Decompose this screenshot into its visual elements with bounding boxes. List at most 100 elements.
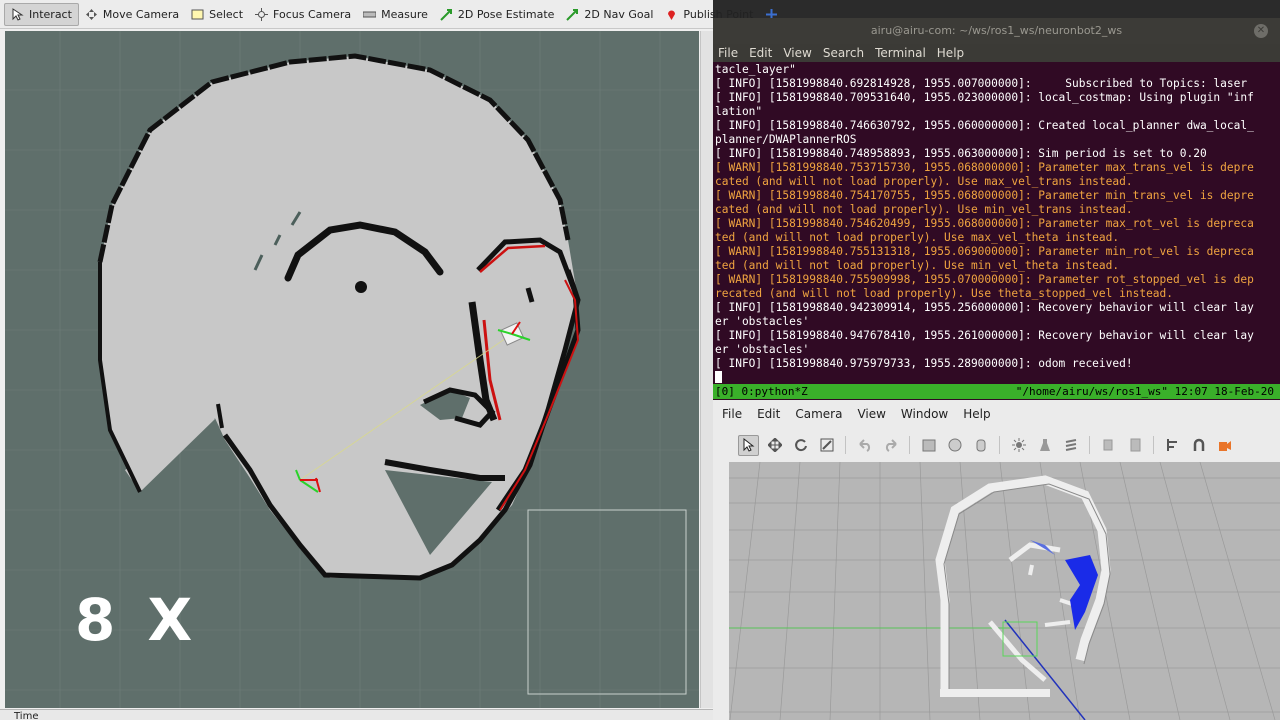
tool-interact[interactable]: Interact bbox=[4, 2, 79, 26]
rviz-side-panel-scrollbar[interactable] bbox=[700, 31, 713, 708]
tool-label: Focus Camera bbox=[273, 7, 352, 21]
menu-camera[interactable]: Camera bbox=[795, 407, 842, 421]
time-panel-label: Time bbox=[14, 711, 39, 720]
copy-icon[interactable] bbox=[1098, 435, 1119, 456]
terminal-line: cated (and will not load properly). Use … bbox=[715, 203, 1133, 216]
terminal-line: [ WARN] [1581998840.754620499, 1955.0680… bbox=[715, 217, 1254, 230]
terminal-line: [ WARN] [1581998840.754170755, 1955.0680… bbox=[715, 189, 1254, 202]
tool-measure[interactable]: Measure bbox=[357, 3, 434, 26]
nav-goal-arrow-icon bbox=[566, 8, 579, 21]
terminal-line: er 'obstacles' bbox=[715, 315, 810, 328]
cylinder-icon[interactable] bbox=[970, 435, 991, 456]
menu-window[interactable]: Window bbox=[901, 407, 948, 421]
terminal-line: [ WARN] [1581998840.755131318, 1955.0690… bbox=[715, 245, 1254, 258]
time-panel: Time bbox=[0, 709, 713, 720]
terminal-line: [ INFO] [1581998840.746630792, 1955.0600… bbox=[715, 119, 1254, 132]
toolbar-separator bbox=[1089, 436, 1090, 454]
terminal-line: planner/DWAPlannerROS bbox=[715, 133, 857, 146]
redo-icon[interactable] bbox=[880, 435, 901, 456]
menu-search[interactable]: Search bbox=[823, 46, 864, 60]
terminal-line: ted (and will not load properly). Use ma… bbox=[715, 231, 1120, 244]
terminal-line: [ INFO] [1581998840.942309914, 1955.2560… bbox=[715, 301, 1254, 314]
toolbar-separator bbox=[1153, 436, 1154, 454]
map-pin-icon bbox=[668, 10, 676, 20]
tmux-status-bar: [0] 0:python*Z "/home/airu/ws/ros1_ws" 1… bbox=[713, 384, 1280, 399]
terminal-line: [ INFO] [1581998840.975979733, 1955.2890… bbox=[715, 357, 1133, 370]
terminal-title: airu@airu-com: ~/ws/ros1_ws/neuronbot2_w… bbox=[870, 24, 1123, 37]
terminal-line: tacle_layer" bbox=[715, 63, 796, 76]
rviz-3d-view[interactable]: 8 X bbox=[5, 31, 699, 708]
zoom-label: 8 X bbox=[75, 586, 199, 654]
tool-2d-nav-goal[interactable]: 2D Nav Goal bbox=[560, 3, 659, 26]
tmux-window-list: [0] 0:python*Z bbox=[715, 385, 808, 398]
tool-label: Measure bbox=[381, 7, 428, 21]
select-arrow-icon[interactable] bbox=[738, 434, 759, 456]
box-icon[interactable] bbox=[918, 435, 939, 456]
snap-icon[interactable] bbox=[1188, 435, 1209, 456]
sun-light-icon[interactable] bbox=[1008, 435, 1029, 456]
terminal-line: [ WARN] [1581998840.753715730, 1955.0680… bbox=[715, 161, 1254, 174]
menu-edit[interactable]: Edit bbox=[757, 407, 780, 421]
terminal-line: [ INFO] [1581998840.709531640, 1955.0230… bbox=[715, 91, 1254, 104]
gazebo-world bbox=[729, 462, 1280, 720]
terminal-line: er 'obstacles' bbox=[715, 343, 810, 356]
tool-move-camera[interactable]: Move Camera bbox=[79, 3, 185, 26]
menu-edit[interactable]: Edit bbox=[749, 46, 772, 60]
directional-light-icon[interactable] bbox=[1060, 435, 1081, 456]
tool-label: Move Camera bbox=[102, 7, 180, 21]
change-view-icon[interactable] bbox=[1214, 435, 1235, 456]
terminal-cursor bbox=[715, 371, 722, 383]
terminal-cursor-line bbox=[715, 371, 1278, 383]
rviz-window: Interact Move Camera Select Focus Camera… bbox=[0, 0, 778, 720]
rviz-toolbar: Interact Move Camera Select Focus Camera… bbox=[0, 0, 778, 29]
terminal-titlebar[interactable]: airu@airu-com: ~/ws/ros1_ws/neuronbot2_w… bbox=[713, 18, 1280, 44]
tool-2d-pose-estimate[interactable]: 2D Pose Estimate bbox=[434, 3, 561, 26]
menu-help[interactable]: Help bbox=[963, 407, 990, 421]
terminal-line: ted (and will not load properly). Use mi… bbox=[715, 259, 1120, 272]
menu-view[interactable]: View bbox=[783, 46, 811, 60]
tool-label: 2D Pose Estimate bbox=[457, 7, 555, 21]
cursor-icon bbox=[12, 7, 24, 21]
close-icon[interactable]: ✕ bbox=[1254, 24, 1268, 38]
tmux-status-right: "/home/airu/ws/ros1_ws" 12:07 18-Feb-20 bbox=[1015, 385, 1274, 398]
pose-arrow-icon bbox=[440, 8, 452, 21]
tool-label: 2D Nav Goal bbox=[584, 7, 654, 21]
terminal-line: cated (and will not load properly). Use … bbox=[715, 175, 1133, 188]
translate-icon[interactable] bbox=[764, 435, 785, 456]
scale-icon[interactable] bbox=[816, 435, 837, 456]
menu-terminal[interactable]: Terminal bbox=[875, 46, 926, 60]
ruler-icon bbox=[363, 11, 377, 17]
gazebo-3d-scene[interactable] bbox=[729, 462, 1280, 720]
terminal-line: [ INFO] [1581998840.748958893, 1955.0630… bbox=[715, 147, 1207, 160]
gazebo-menubar: File Edit Camera View Window Help bbox=[713, 402, 1280, 426]
terminal-line: [ WARN] [1581998840.755909998, 1955.0700… bbox=[715, 273, 1254, 286]
menu-view[interactable]: View bbox=[857, 407, 885, 421]
toolbar-separator bbox=[909, 436, 910, 454]
terminal-line: recated (and will not load properly). Us… bbox=[715, 287, 1174, 300]
tool-focus-camera[interactable]: Focus Camera bbox=[249, 3, 357, 26]
align-icon[interactable] bbox=[1162, 435, 1183, 456]
spot-light-icon[interactable] bbox=[1034, 435, 1055, 456]
terminal-output[interactable]: tacle_layer"[ INFO] [1581998840.69281492… bbox=[715, 63, 1278, 383]
gazebo-window: File Edit Camera View Window Help bbox=[713, 400, 1280, 720]
tool-label: Interact bbox=[29, 7, 72, 21]
tool-select[interactable]: Select bbox=[185, 3, 249, 26]
terminal-line: [ INFO] [1581998840.692814928, 1955.0070… bbox=[715, 77, 1248, 90]
tool-label: Select bbox=[209, 7, 244, 21]
terminal-line: lation" bbox=[715, 105, 763, 118]
menu-help[interactable]: Help bbox=[937, 46, 964, 60]
select-box-icon bbox=[191, 9, 204, 19]
terminal-line: [ INFO] [1581998840.947678410, 1955.2610… bbox=[715, 329, 1254, 342]
paste-icon[interactable] bbox=[1124, 435, 1145, 456]
toolbar-separator bbox=[999, 436, 1000, 454]
terminal-menubar: File Edit View Search Terminal Help bbox=[713, 44, 1280, 62]
undo-icon[interactable] bbox=[854, 435, 875, 456]
menu-file[interactable]: File bbox=[718, 46, 738, 60]
sphere-icon[interactable] bbox=[944, 435, 965, 456]
rotate-icon[interactable] bbox=[790, 435, 811, 456]
menu-file[interactable]: File bbox=[722, 407, 742, 421]
move-camera-icon bbox=[85, 8, 97, 20]
gazebo-toolbar bbox=[713, 428, 1280, 462]
terminal-window: airu@airu-com: ~/ws/ros1_ws/neuronbot2_w… bbox=[713, 18, 1280, 400]
focus-camera-icon bbox=[255, 7, 269, 21]
